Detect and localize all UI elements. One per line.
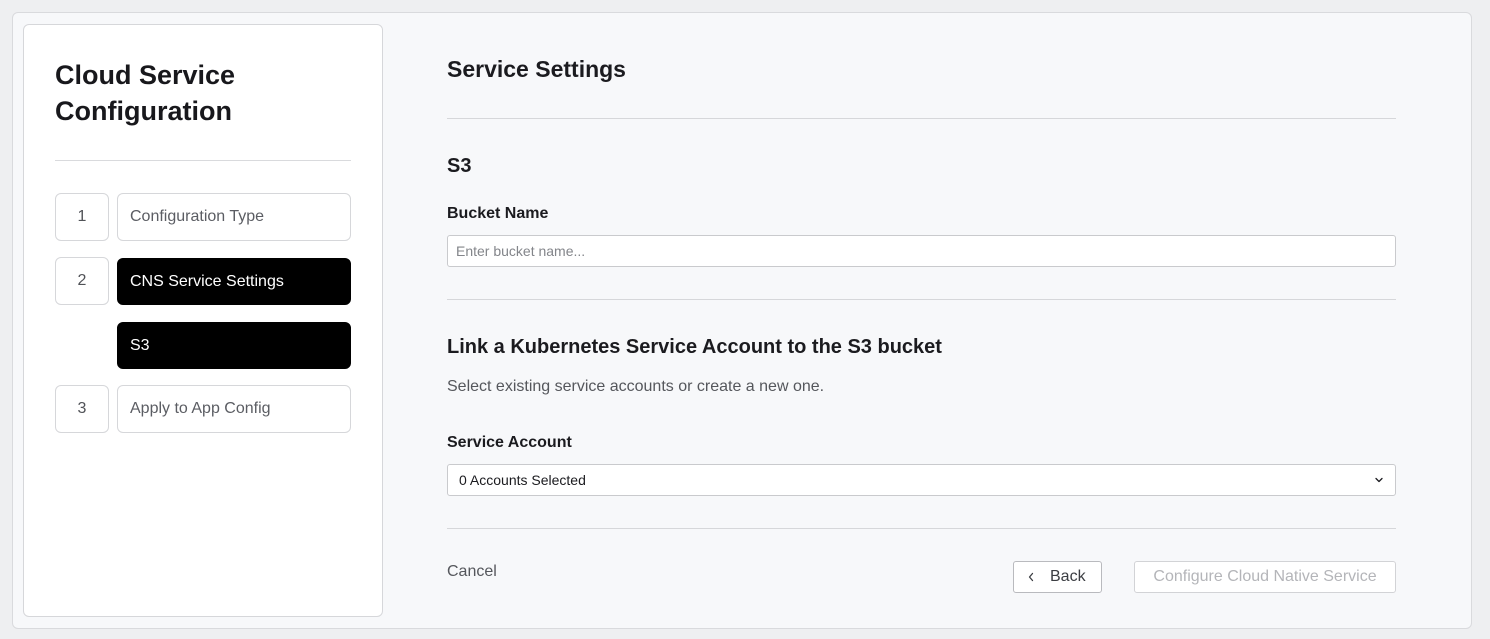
chevron-left-icon [1028,572,1034,582]
service-account-label: Service Account [447,434,572,451]
chevron-down-icon [1375,477,1383,483]
step-apply-to-app-config[interactable]: Apply to App Config [117,385,351,433]
link-section-title: Link a Kubernetes Service Account to the… [447,336,942,358]
wizard-sidebar: Cloud Service Configuration 1 Configurat… [23,24,383,617]
bucket-name-label: Bucket Name [447,205,549,222]
service-account-select[interactable]: 0 Accounts Selected [447,464,1396,496]
divider [447,118,1396,119]
link-section-helper: Select existing service accounts or crea… [447,378,825,395]
step-configuration-type[interactable]: Configuration Type [117,193,351,241]
s3-section-title: S3 [447,155,472,177]
bucket-name-input[interactable] [447,235,1396,267]
service-account-value: 0 Accounts Selected [459,472,586,488]
divider [447,299,1396,300]
configure-cloud-native-service-button[interactable]: Configure Cloud Native Service [1134,561,1396,593]
back-button[interactable]: Back [1013,561,1102,593]
sidebar-title: Cloud Service Configuration [55,60,236,126]
divider [447,528,1396,529]
step-number-1: 1 [55,193,109,241]
sidebar-divider [55,160,351,161]
step-cns-service-settings[interactable]: CNS Service Settings [117,258,351,305]
step-number-2: 2 [55,257,109,305]
cancel-button[interactable]: Cancel [447,563,497,581]
page-title: Service Settings [447,56,626,82]
step-s3[interactable]: S3 [117,322,351,369]
back-button-label: Back [1050,568,1086,585]
step-number-3: 3 [55,385,109,433]
